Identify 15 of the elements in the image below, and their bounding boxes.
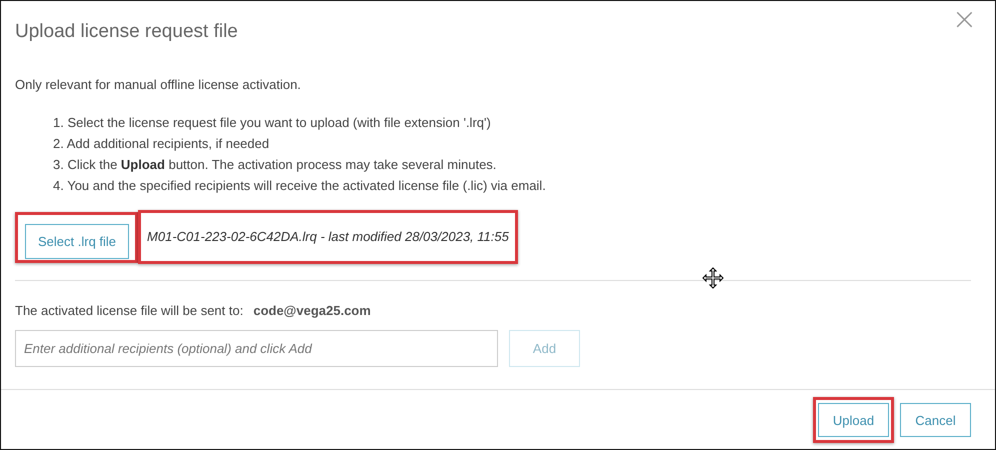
close-button[interactable]: × [948, 7, 981, 33]
recipient-email: code@vega25.com [253, 303, 371, 318]
intro-text: Only relevant for manual offline license activation. [15, 77, 302, 92]
instruction-step: 4. You and the specified recipients will receive the activated license file (.lic) via email. [53, 175, 971, 196]
move-cursor-icon [702, 267, 724, 289]
cancel-button[interactable]: Cancel [900, 403, 971, 437]
file-info-text: M01-C01-223-02-6C42DA.lrq - last modified 28/03/2023, 11:55 [146, 228, 510, 246]
recipients-field[interactable]: Enter additional recipients (optional) and click Add [15, 330, 498, 367]
upload-button[interactable]: Upload [818, 403, 889, 437]
instruction-step: 2. Add additional recipients, if needed [53, 133, 971, 154]
recipient-label: The activated license file will be sent to: [15, 303, 244, 318]
instruction-step: 1. Select the license request file you want to upload (with file extension '.lrq') [53, 112, 971, 133]
dialog-title: Upload license request file [15, 21, 238, 43]
instruction-step: 3. Click the Upload button. The activation process may take several minutes. [53, 154, 971, 175]
select-file-button[interactable]: Select .lrq file [25, 224, 130, 258]
